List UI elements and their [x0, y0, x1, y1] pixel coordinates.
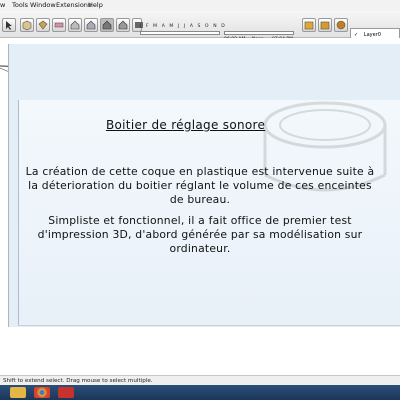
menu-tools[interactable]: Tools — [12, 1, 28, 9]
eraser-tool-button[interactable] — [52, 18, 66, 32]
warehouse-button[interactable] — [318, 18, 332, 32]
chrome-icon[interactable] — [34, 387, 50, 398]
menu-window-partial[interactable]: w — [0, 1, 5, 9]
house-iso-icon — [70, 20, 80, 30]
view-right-button[interactable] — [116, 18, 130, 32]
arrow-icon — [6, 21, 12, 30]
select-tool-button[interactable] — [2, 18, 16, 32]
page-title: Boitier de réglage sonore — [106, 118, 266, 132]
box-icon — [304, 21, 314, 30]
month-slider[interactable] — [140, 31, 220, 35]
cube-icon — [22, 20, 32, 31]
warehouse-icon — [320, 21, 330, 30]
month-labels: J F M A M J J A S O N D — [140, 24, 227, 29]
menu-help[interactable]: Help — [88, 1, 103, 9]
explorer-icon[interactable] — [10, 387, 26, 398]
paint-tool-button[interactable] — [36, 18, 50, 32]
taskbar — [0, 385, 400, 400]
house-top-icon — [86, 20, 96, 30]
menu-extensions[interactable]: Extensions — [56, 1, 91, 9]
bucket-icon — [38, 20, 48, 30]
component-browser-button[interactable] — [302, 18, 316, 32]
house-right-icon — [118, 20, 128, 30]
view-top-button[interactable] — [84, 18, 98, 32]
status-text: Shift to extend select. Drag mouse to se… — [3, 378, 153, 384]
toolbar: J F M A M J J A S O N D 06:09 AM Noon 07… — [0, 11, 400, 42]
menu-window[interactable]: Window — [30, 1, 56, 9]
sketchup-icon[interactable] — [58, 387, 74, 398]
extension-icon — [336, 20, 346, 30]
menu-bar: w Tools Window Extensions Help — [0, 0, 400, 11]
time-slider[interactable] — [224, 31, 294, 35]
eraser-icon — [54, 22, 64, 28]
component-tool-button[interactable] — [20, 18, 34, 32]
view-iso-button[interactable] — [68, 18, 82, 32]
house-front-icon — [102, 20, 112, 30]
description-paragraph-1: La création de cette coque en plastique … — [25, 165, 375, 206]
description-paragraph-2: Simpliste et fonctionnel, il a fait offi… — [37, 214, 363, 255]
extension-button[interactable] — [334, 18, 348, 32]
view-front-button[interactable] — [100, 18, 114, 32]
